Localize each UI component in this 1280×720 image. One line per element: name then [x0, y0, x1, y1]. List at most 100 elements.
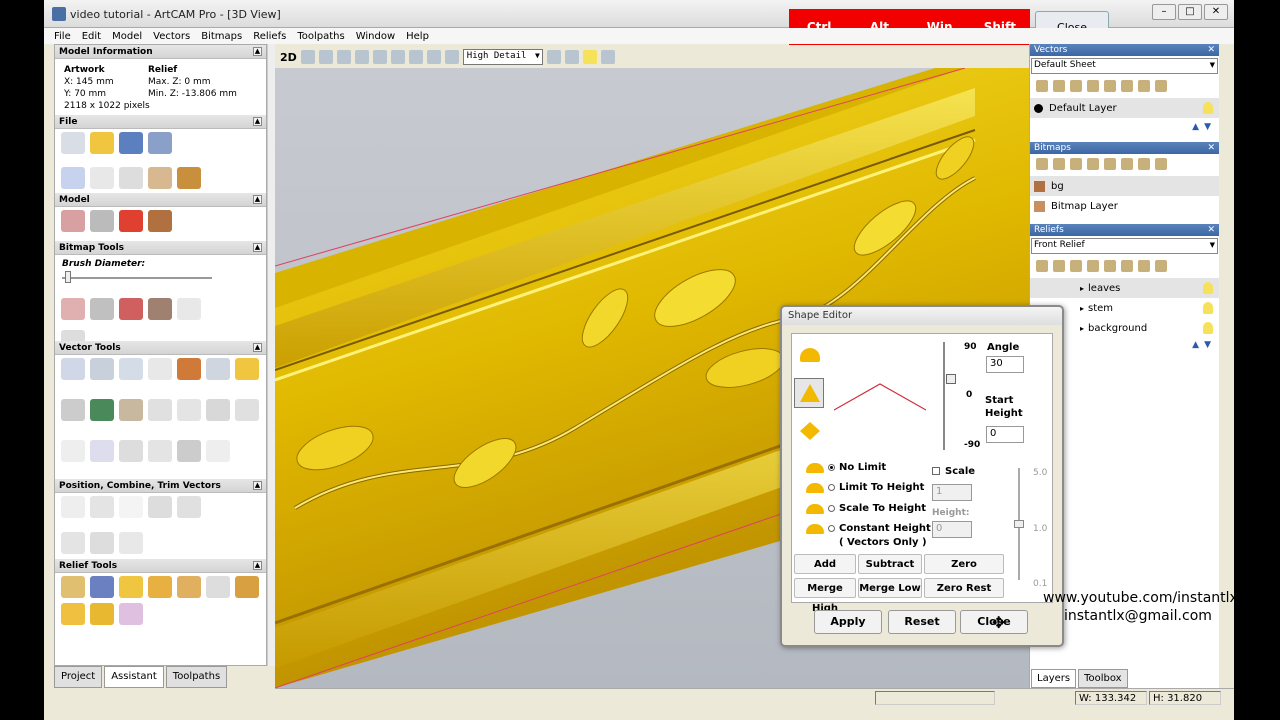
bitmap-layer-bg[interactable]: bg [1030, 176, 1219, 196]
bulb-icon[interactable] [1155, 158, 1167, 170]
side-view-icon[interactable] [426, 50, 441, 64]
save-icon[interactable] [119, 132, 143, 154]
delete-layer-icon[interactable] [1138, 260, 1150, 272]
layer-settings-icon[interactable] [1121, 80, 1133, 92]
open-layer-icon[interactable] [1053, 260, 1065, 272]
collapse-icon[interactable]: ▲ [253, 481, 262, 490]
detail-select[interactable]: High Detail ▼ [462, 49, 543, 65]
close-icon[interactable]: ✕ [1207, 44, 1215, 56]
zoom-in-icon[interactable] [318, 50, 333, 64]
spline-icon[interactable] [206, 399, 230, 421]
menu-edit[interactable]: Edit [82, 31, 101, 42]
face-icon[interactable] [61, 603, 85, 625]
open-file-icon[interactable] [90, 132, 114, 154]
radio[interactable] [828, 525, 835, 532]
two-rail-icon[interactable] [148, 576, 172, 598]
bulb-icon[interactable] [1203, 102, 1213, 114]
paste-layer-icon[interactable] [1087, 158, 1099, 170]
menu-vectors[interactable]: Vectors [153, 31, 190, 42]
frame-icon[interactable] [119, 399, 143, 421]
material-icon[interactable] [564, 50, 579, 64]
zero-button[interactable]: Zero [924, 554, 1004, 574]
zero-rest-button[interactable]: Zero Rest [924, 578, 1004, 598]
collapse-icon[interactable]: ▲ [253, 243, 262, 252]
layer-settings-icon[interactable] [1121, 158, 1133, 170]
weave-icon[interactable] [235, 576, 259, 598]
wizard-icon[interactable] [119, 603, 143, 625]
bitmap-tools-header[interactable]: Bitmap Tools ▲ [55, 241, 266, 255]
tab-toolbox[interactable]: Toolbox [1078, 669, 1128, 688]
reset-button[interactable]: Reset [888, 610, 956, 634]
delete-layer-icon[interactable] [1138, 80, 1150, 92]
no-limit-option[interactable]: No Limit [806, 462, 886, 473]
scale-checkbox[interactable] [932, 467, 940, 475]
new-layer-icon[interactable] [1036, 80, 1048, 92]
height-input[interactable]: 0 [932, 521, 972, 538]
vector-tools-header[interactable]: Vector Tools ▲ [55, 341, 266, 355]
menu-help[interactable]: Help [406, 31, 429, 42]
front-view-icon[interactable] [408, 50, 423, 64]
sweep-icon[interactable] [206, 576, 230, 598]
merge-low-button[interactable]: Merge Low [858, 578, 922, 598]
close-window-button[interactable]: ✕ [1204, 4, 1228, 20]
copy-layer-icon[interactable] [1104, 80, 1116, 92]
paste-layer-icon[interactable] [1087, 260, 1099, 272]
paste-layer-icon[interactable] [1087, 80, 1099, 92]
collapse-icon[interactable]: ▲ [253, 117, 262, 126]
curve-icon[interactable] [148, 399, 172, 421]
top-view-icon[interactable] [444, 50, 459, 64]
radio-selected[interactable] [828, 464, 835, 471]
polyline-icon[interactable] [148, 440, 172, 462]
rectangle-icon[interactable] [148, 358, 172, 380]
grid-icon[interactable] [61, 399, 85, 421]
layer-row[interactable]: Default Layer [1030, 98, 1219, 118]
open-layer-icon[interactable] [1053, 158, 1065, 170]
apply-button[interactable]: Apply [814, 610, 882, 634]
bulb-icon[interactable] [1203, 282, 1213, 294]
left-panel-scrollbar[interactable] [267, 44, 275, 666]
zoom-previous-icon[interactable] [354, 50, 369, 64]
tab-layers[interactable]: Layers [1031, 669, 1077, 688]
mirror-icon[interactable] [177, 440, 201, 462]
copy-icon[interactable] [148, 166, 172, 189]
shape-editor-icon[interactable] [61, 576, 85, 598]
bulb-icon[interactable] [1203, 302, 1213, 314]
model-resolution-icon[interactable] [90, 210, 114, 232]
new-layer-icon[interactable] [1036, 158, 1048, 170]
spiral-icon[interactable] [119, 532, 143, 554]
light-icon[interactable] [582, 50, 597, 64]
iso-view-icon[interactable] [390, 50, 405, 64]
scale-to-height-option[interactable]: Scale To Height [806, 503, 926, 514]
cut-icon[interactable] [119, 166, 143, 189]
model-header[interactable]: Model ▲ [55, 193, 266, 207]
relief-tools-header[interactable]: Relief Tools ▲ [55, 559, 266, 573]
menu-bitmaps[interactable]: Bitmaps [201, 31, 242, 42]
angle-input[interactable]: 30 [986, 356, 1024, 373]
bitmap-layer-default[interactable]: Bitmap Layer [1030, 196, 1219, 216]
new-file-icon[interactable] [61, 132, 85, 154]
cloud-icon[interactable] [177, 298, 201, 320]
circle-copy-icon[interactable] [90, 496, 114, 518]
fill-icon[interactable] [90, 298, 114, 320]
2d-view-button[interactable]: 2D [280, 51, 297, 64]
nesting-icon[interactable] [119, 496, 143, 518]
open-layer-icon[interactable] [1053, 80, 1065, 92]
menu-window[interactable]: Window [356, 31, 395, 42]
close-icon[interactable]: ✕ [1207, 224, 1215, 236]
zoom-out-icon[interactable] [336, 50, 351, 64]
save-layer-icon[interactable] [1070, 260, 1082, 272]
bulb-icon[interactable] [1203, 322, 1213, 334]
limit-to-height-option[interactable]: Limit To Height [806, 482, 924, 493]
relief-layer-leaves[interactable]: ▸ leaves [1030, 278, 1219, 298]
offset-icon[interactable] [177, 496, 201, 518]
menu-model[interactable]: Model [112, 31, 142, 42]
slider-thumb[interactable] [65, 271, 71, 283]
angle-slider-thumb[interactable] [946, 374, 956, 384]
start-height-input[interactable]: 0 [986, 426, 1024, 443]
node-edit-icon[interactable] [90, 358, 114, 380]
merge-high-button[interactable]: Merge High [794, 578, 856, 614]
delete-layer-icon[interactable] [1138, 158, 1150, 170]
bulb-icon[interactable] [1155, 260, 1167, 272]
tab-assistant[interactable]: Assistant [104, 666, 164, 688]
bulb-icon[interactable] [1155, 80, 1167, 92]
